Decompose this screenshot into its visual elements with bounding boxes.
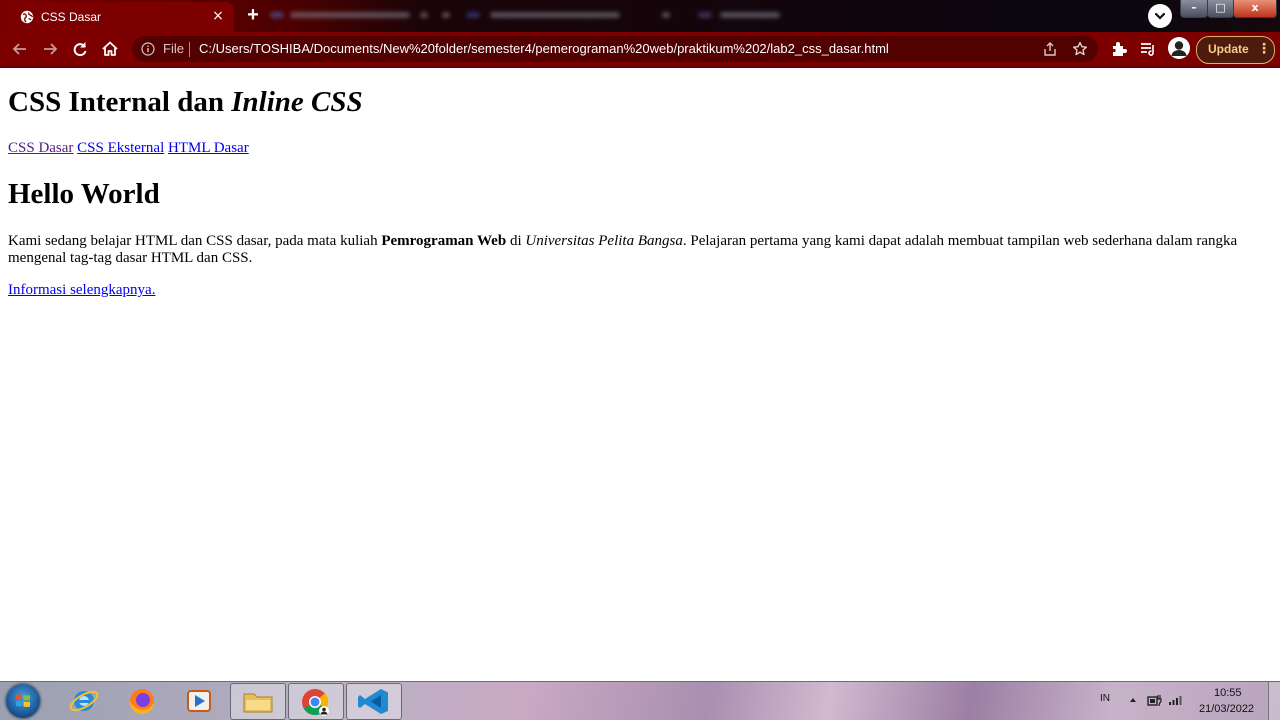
page-title-plain: CSS Internal dan: [8, 86, 232, 118]
minimize-button[interactable]: –: [1180, 0, 1208, 18]
omnibox-divider: [189, 42, 190, 57]
folder-icon: [243, 693, 273, 713]
more-info-link[interactable]: Informasi selengkapnya.: [8, 282, 155, 299]
tab-close-icon[interactable]: ×: [209, 7, 227, 25]
nav-links: CSS Dasar CSS Eksternal HTML Dasar: [8, 140, 249, 157]
paragraph-bold: Pemrograman Web: [381, 233, 507, 249]
update-button[interactable]: Update ⋮: [1196, 36, 1275, 64]
windows-logo-icon: [16, 694, 30, 707]
tab-strip: CSS Dasar × + – □ x: [0, 0, 1280, 32]
taskbar: IN 10:55 21/03/2022: [0, 681, 1280, 720]
nav-link-css-eksternal[interactable]: CSS Eksternal: [77, 140, 164, 156]
home-icon[interactable]: [100, 39, 120, 59]
update-label: Update: [1208, 42, 1249, 56]
show-desktop-button[interactable]: [1268, 682, 1280, 720]
show-hidden-icons-icon[interactable]: [1128, 696, 1138, 704]
hello-heading: Hello World: [8, 178, 160, 210]
page-title-italic: Inline CSS: [231, 86, 363, 118]
profile-avatar[interactable]: [1168, 37, 1190, 59]
bookmark-star-icon[interactable]: [1072, 41, 1088, 57]
user-icon: [1171, 41, 1187, 56]
media-player-icon: [187, 690, 211, 712]
background-tabs[interactable]: [270, 8, 790, 24]
url-text[interactable]: C:/Users/TOSHIBA/Documents/New%20folder/…: [199, 41, 889, 56]
paragraph-text: Kami sedang belajar HTML dan CSS dasar, …: [8, 233, 382, 249]
tab-css-dasar[interactable]: CSS Dasar ×: [8, 2, 234, 32]
system-tray: IN 10:55 21/03/2022: [1090, 682, 1280, 720]
clock-time[interactable]: 10:55: [1214, 687, 1242, 699]
intro-paragraph: Kami sedang belajar HTML dan CSS dasar, …: [8, 233, 1258, 267]
address-bar[interactable]: File C:/Users/TOSHIBA/Documents/New%20fo…: [132, 36, 1098, 62]
paragraph-text: di: [506, 233, 526, 249]
internet-explorer-icon: [69, 690, 99, 712]
taskbar-file-explorer[interactable]: [230, 683, 286, 720]
start-button[interactable]: [6, 684, 40, 718]
close-button[interactable]: x: [1233, 0, 1277, 18]
language-indicator[interactable]: IN: [1100, 693, 1110, 704]
forward-icon[interactable]: [40, 39, 60, 59]
back-icon[interactable]: [10, 39, 30, 59]
tab-title: CSS Dasar: [41, 10, 102, 24]
vscode-icon: [358, 689, 388, 714]
network-signal-icon[interactable]: [1168, 693, 1184, 707]
window-controls: – □ x: [1180, 0, 1277, 18]
new-tab-button[interactable]: +: [242, 5, 264, 27]
taskbar-firefox[interactable]: [115, 683, 169, 718]
kebab-menu-icon[interactable]: ⋮: [1257, 41, 1271, 57]
maximize-button[interactable]: □: [1207, 0, 1234, 18]
taskbar-chrome[interactable]: [288, 683, 344, 720]
reload-icon[interactable]: [70, 39, 90, 59]
clock-date[interactable]: 21/03/2022: [1199, 703, 1254, 715]
scheme-label: File: [163, 41, 184, 56]
power-icon[interactable]: [1146, 692, 1162, 708]
chevron-down-icon: [1154, 12, 1166, 20]
extensions-icon[interactable]: [1109, 39, 1129, 59]
chrome-icon: [302, 689, 329, 716]
nav-link-css-dasar[interactable]: CSS Dasar: [8, 140, 73, 156]
page-title: CSS Internal dan Inline CSS: [8, 86, 363, 119]
nav-link-html-dasar[interactable]: HTML Dasar: [168, 140, 249, 156]
tab-search-button[interactable]: [1148, 4, 1172, 28]
info-icon[interactable]: [141, 42, 155, 56]
taskbar-media-player[interactable]: [172, 683, 226, 718]
share-icon[interactable]: [1042, 41, 1058, 57]
taskbar-internet-explorer[interactable]: [57, 683, 111, 718]
paragraph-italic: Universitas Pelita Bangsa: [525, 233, 683, 249]
taskbar-vscode[interactable]: [346, 683, 402, 720]
globe-icon: [20, 10, 34, 24]
browser-toolbar: File C:/Users/TOSHIBA/Documents/New%20fo…: [0, 32, 1280, 68]
firefox-icon: [129, 689, 154, 715]
reading-list-icon[interactable]: [1138, 39, 1158, 59]
page-content: CSS Internal dan Inline CSS CSS Dasar CS…: [0, 68, 1280, 680]
